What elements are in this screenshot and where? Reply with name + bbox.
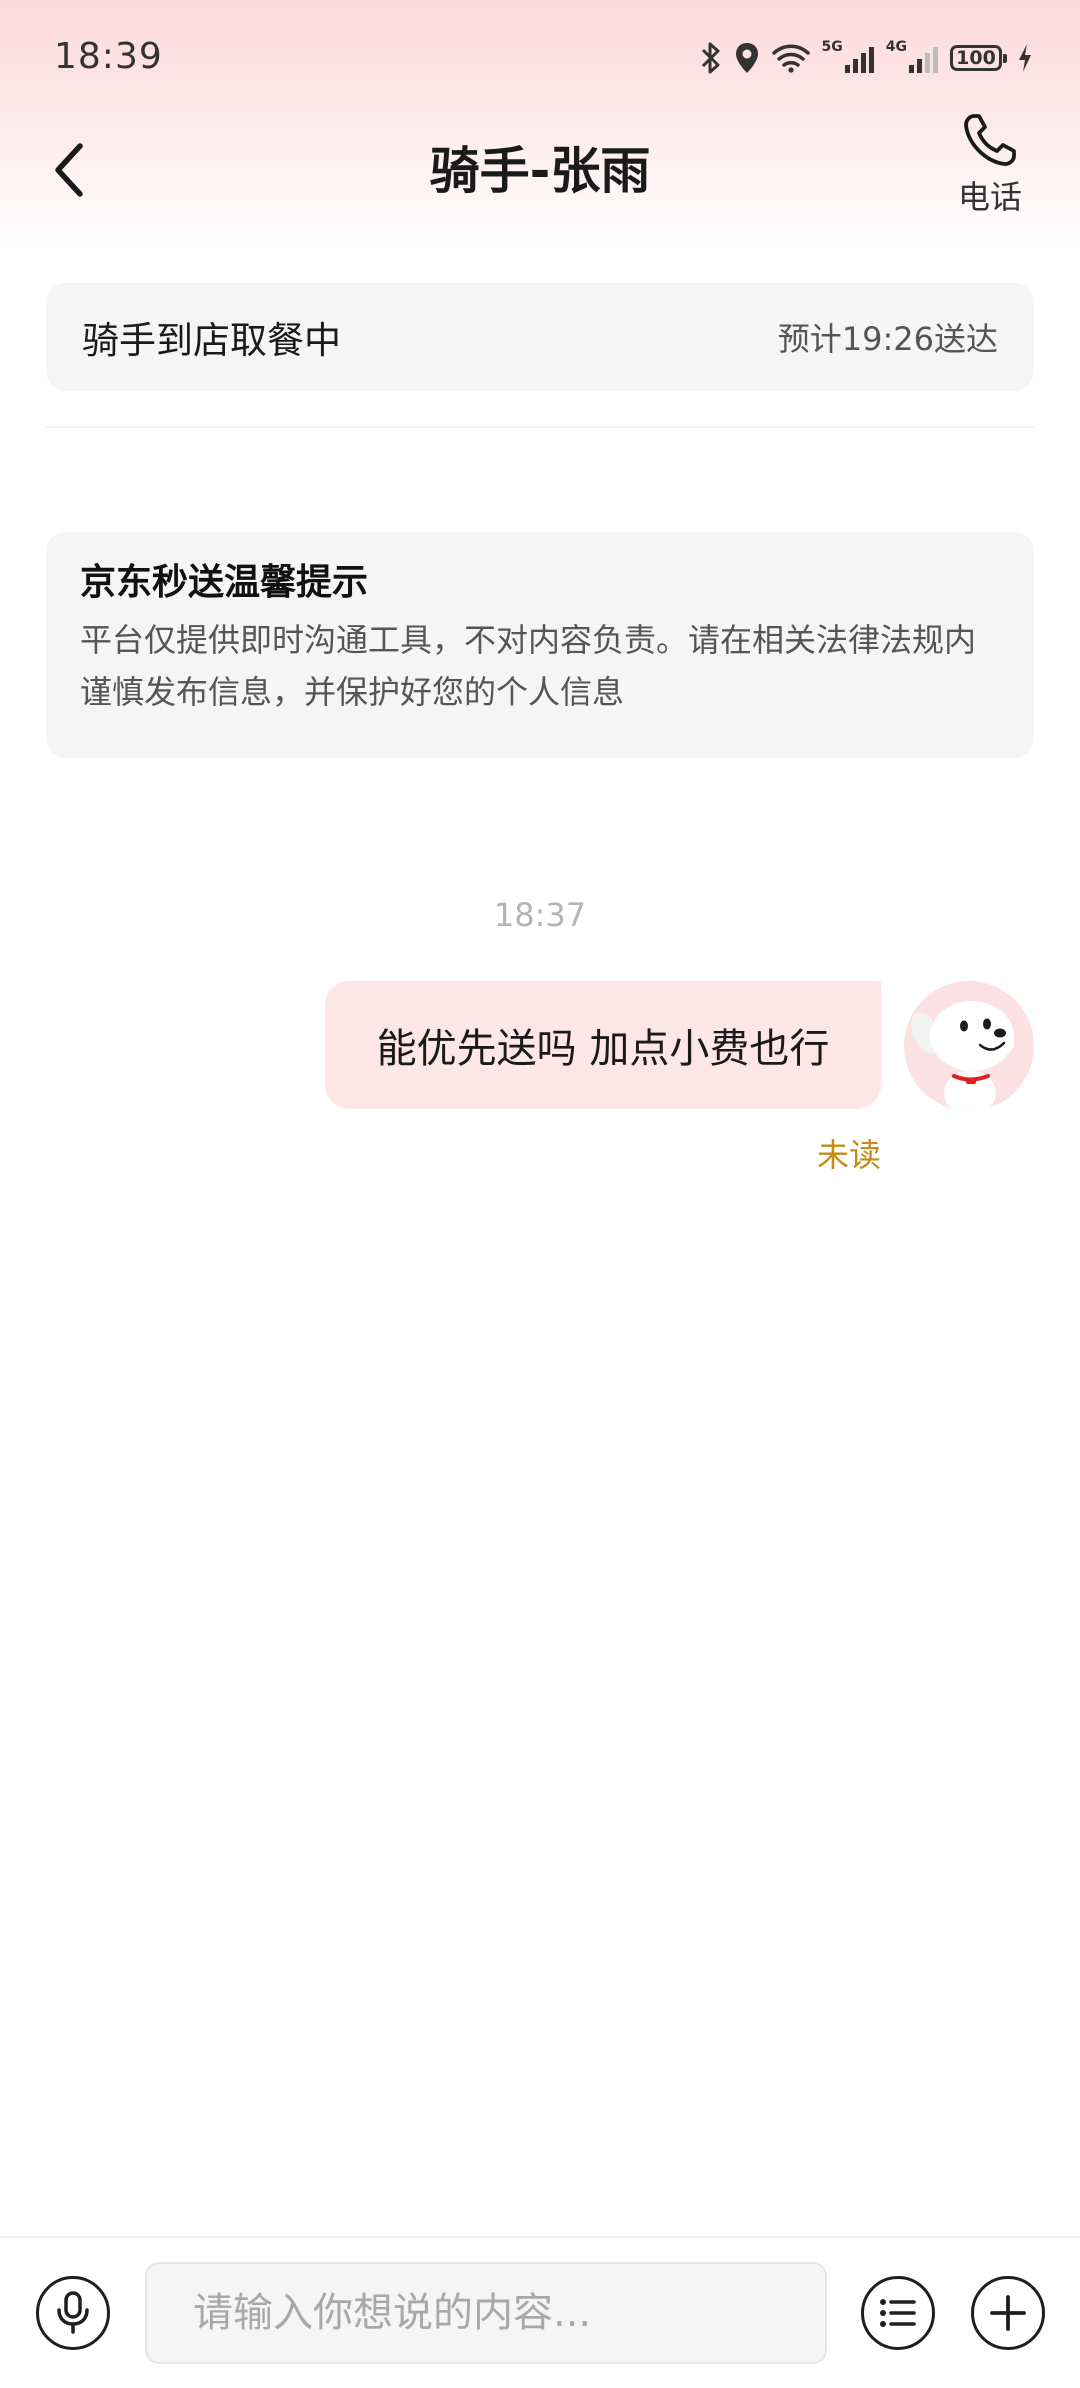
call-button[interactable]: 电话 — [940, 110, 1040, 220]
battery-icon: 100 — [950, 38, 1007, 78]
notice-title: 京东秒送温馨提示 — [80, 562, 369, 603]
mascot-avatar-icon — [904, 981, 1034, 1111]
network-4g-label: 4G — [885, 39, 907, 55]
message-bubble[interactable]: 能优先送吗 加点小费也行 — [325, 981, 881, 1109]
battery-level: 100 — [950, 45, 1007, 71]
order-status-card[interactable]: 骑手到店取餐中 预计19:26送达 — [46, 283, 1034, 391]
back-chevron-icon — [55, 143, 83, 197]
order-status-text: 骑手到店取餐中 — [82, 319, 341, 362]
bluetooth-icon — [700, 38, 722, 78]
signal-icon-4g: 4G — [886, 38, 938, 78]
signal-icon-5g: 5G — [822, 38, 874, 78]
quick-phrases-button[interactable] — [861, 2276, 935, 2350]
call-button-label: 电话 — [957, 178, 1022, 216]
back-button[interactable] — [40, 130, 100, 210]
charging-icon — [1018, 38, 1032, 78]
chat-header: 骑手-张雨 电话 — [0, 110, 1080, 260]
wifi-icon — [771, 38, 810, 78]
status-icons: 5G 4G 100 — [700, 38, 1032, 78]
divider — [46, 426, 1034, 428]
status-time: 18:39 — [54, 36, 163, 77]
microphone-icon — [57, 2291, 89, 2334]
chat-timestamp: 18:37 — [493, 896, 587, 934]
notice-card: 京东秒送温馨提示 平台仅提供即时沟通工具，不对内容负责。请在相关法律法规内谨慎发… — [46, 532, 1034, 758]
page-title: 骑手-张雨 — [429, 142, 651, 200]
network-5g-label: 5G — [821, 39, 843, 55]
plus-icon — [990, 2295, 1026, 2331]
input-bar — [0, 2236, 1080, 2388]
list-icon — [880, 2299, 916, 2327]
status-bar: 18:39 5G 4G 100 — [0, 0, 1080, 110]
location-icon — [734, 38, 760, 78]
phone-icon — [964, 114, 1016, 166]
message-text: 能优先送吗 加点小费也行 — [376, 1026, 830, 1072]
message-read-status: 未读 — [816, 1136, 881, 1174]
message-input[interactable] — [145, 2262, 827, 2364]
more-options-button[interactable] — [971, 2276, 1045, 2350]
notice-body: 平台仅提供即时沟通工具，不对内容负责。请在相关法律法规内谨慎发布信息，并保护好您… — [80, 621, 977, 711]
avatar[interactable] — [904, 981, 1034, 1111]
voice-input-button[interactable] — [36, 2276, 110, 2350]
order-eta: 预计19:26送达 — [777, 320, 998, 358]
